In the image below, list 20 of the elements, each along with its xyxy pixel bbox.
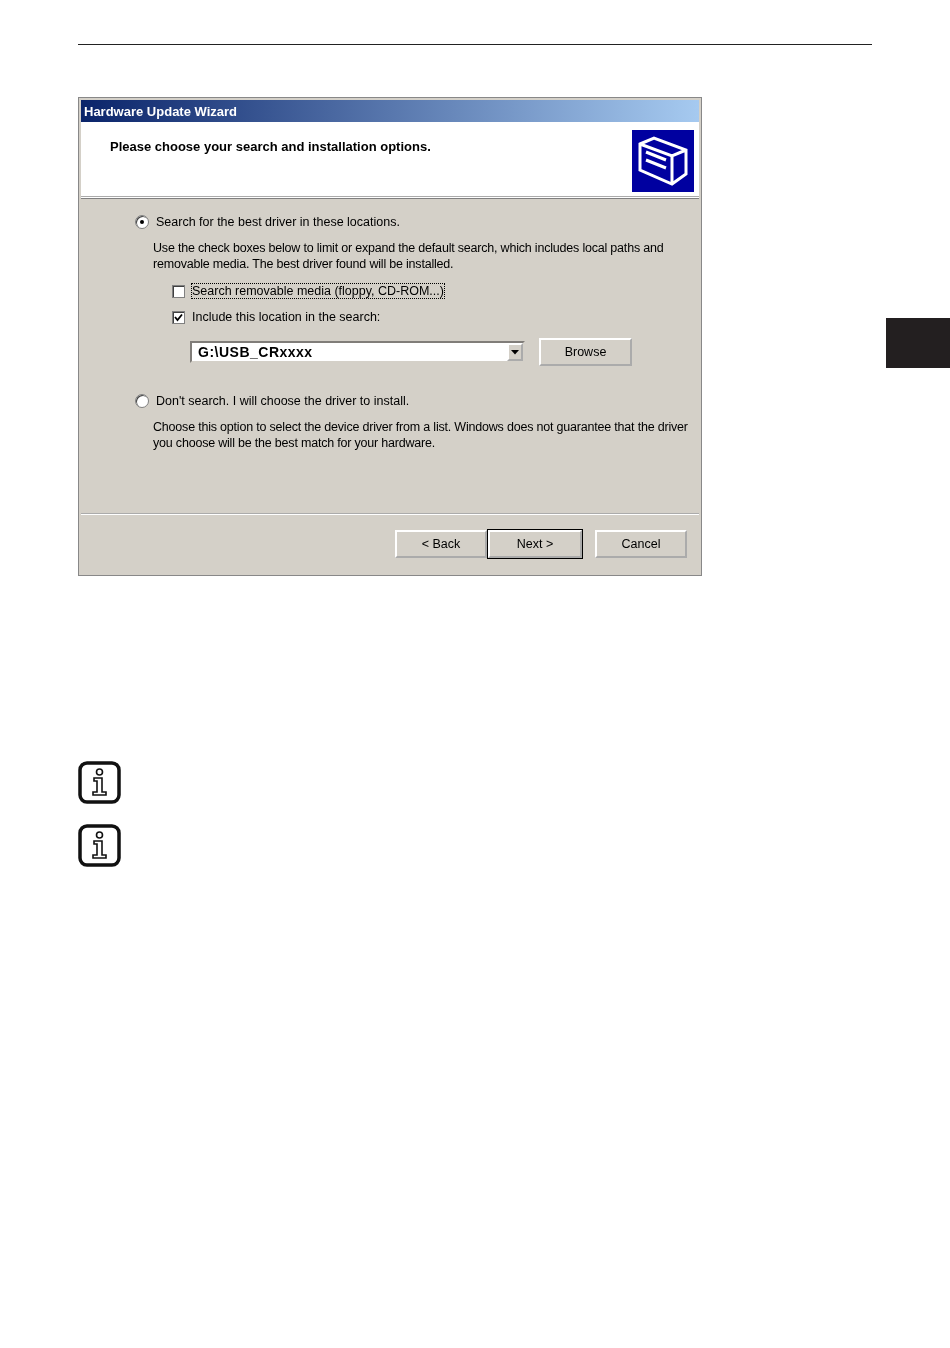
checkbox[interactable] [172,310,185,324]
checkbox-label[interactable]: Include this location in the search: [192,310,381,324]
option-label[interactable]: Don't search. I will choose the driver to install. [156,394,410,408]
radio-button[interactable] [135,394,149,408]
checkbox[interactable] [172,284,185,298]
checkbox-label[interactable]: Search removable media (floppy, CD-ROM...) [192,284,444,298]
wizard-button[interactable]: < Back [395,530,487,558]
wizard-heading: Please choose your search and installation options. [110,139,431,154]
info-icon [78,761,121,804]
window-title: Hardware Update Wizard [81,100,699,122]
option-description: Choose this option to select the device driver from a list. Windows does not guarantee that the driver you choose will be the best match for your hardware. [153,419,689,451]
hardware-icon [632,130,694,192]
location-combo-box[interactable]: G:\USB_CRxxxx [190,341,525,363]
wizard-button[interactable]: Next > [488,530,582,558]
radio-button[interactable] [135,215,149,229]
option-description: Use the check boxes below to limit or expand the default search, which includes local paths and removable media. The best driver found will be installed. [153,240,665,272]
browse-button[interactable]: Browse [539,338,632,366]
wizard-button[interactable]: Cancel [595,530,687,558]
info-icon [78,824,121,867]
option-label[interactable]: Search for the best driver in these locations. [156,215,400,229]
